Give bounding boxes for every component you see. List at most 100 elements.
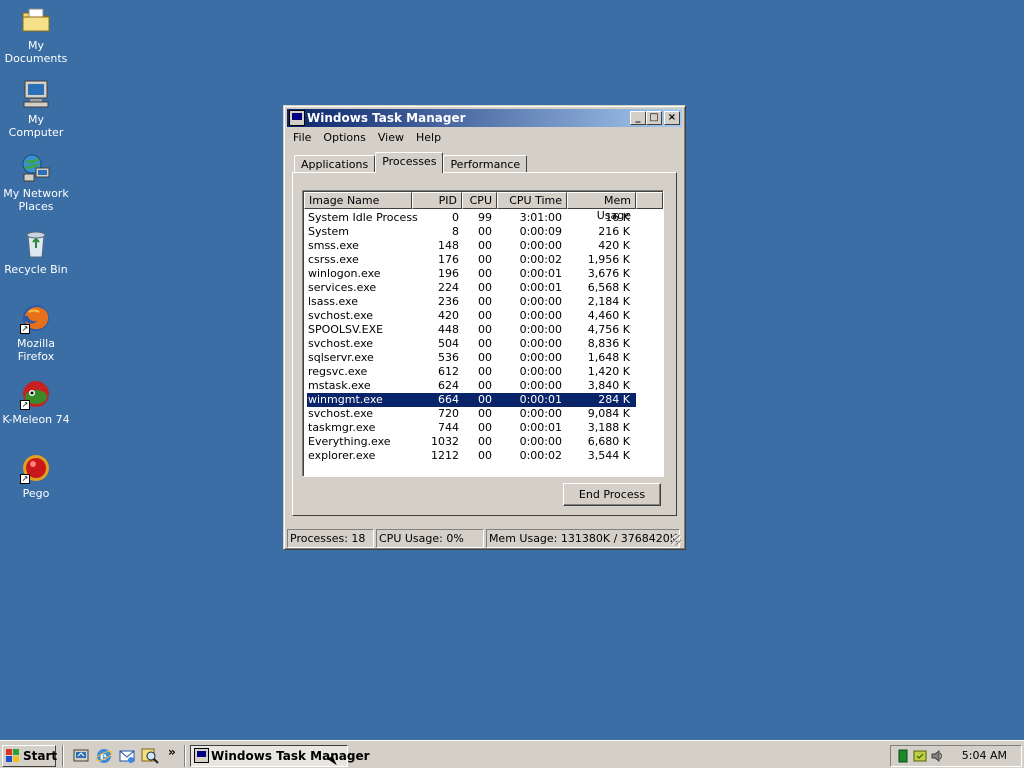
- process-cpu: 00: [478, 421, 492, 434]
- process-row[interactable]: lsass.exe 236 00 0:00:00 2,184 K: [307, 295, 636, 309]
- process-list[interactable]: Image Name PID CPU CPU Time Mem Usage Sy…: [302, 190, 664, 477]
- start-label: Start: [23, 749, 58, 763]
- column-header-mem-usage[interactable]: Mem Usage: [567, 192, 636, 222]
- process-mem-usage: 420 K: [598, 239, 630, 252]
- process-row[interactable]: explorer.exe 1212 00 0:00:02 3,544 K: [307, 449, 636, 463]
- process-row[interactable]: services.exe 224 00 0:00:01 6,568 K: [307, 281, 636, 295]
- show-desktop-icon[interactable]: [72, 747, 90, 765]
- clock[interactable]: 5:04 AM: [962, 749, 1007, 762]
- task-manager-window[interactable]: Windows Task Manager _ □ × File Options …: [283, 105, 686, 550]
- title-bar[interactable]: Windows Task Manager _ □ ×: [287, 109, 682, 127]
- desktop-icon-label: My Computer: [8, 113, 64, 139]
- process-pid: 624: [438, 379, 459, 392]
- menu-options[interactable]: Options: [317, 128, 371, 146]
- process-mem-usage: 6,680 K: [587, 435, 630, 448]
- process-row[interactable]: sqlservr.exe 536 00 0:00:00 1,648 K: [307, 351, 636, 365]
- process-cpu: 00: [478, 449, 492, 462]
- end-process-button[interactable]: End Process: [563, 483, 661, 506]
- start-button[interactable]: Start: [2, 745, 58, 767]
- menu-help[interactable]: Help: [410, 128, 447, 146]
- maximize-button[interactable]: □: [646, 111, 662, 125]
- column-header-cpu[interactable]: CPU: [462, 192, 497, 209]
- process-cpu: 00: [478, 337, 492, 350]
- process-mem-usage: 8,836 K: [587, 337, 630, 350]
- process-row[interactable]: svchost.exe 420 00 0:00:00 4,460 K: [307, 309, 636, 323]
- process-row[interactable]: winlogon.exe 196 00 0:00:01 3,676 K: [307, 267, 636, 281]
- process-mem-usage: 1,956 K: [587, 253, 630, 266]
- outlook-icon[interactable]: [118, 747, 136, 765]
- taskbar-button-label: Windows Task Manager: [211, 749, 370, 763]
- desktop-icon-my-network-places[interactable]: My Network Places: [0, 152, 72, 213]
- tab-applications[interactable]: Applications: [294, 155, 376, 173]
- process-cpu-time: 0:00:00: [519, 239, 562, 252]
- process-row[interactable]: Everything.exe 1032 00 0:00:00 6,680 K: [307, 435, 636, 449]
- process-cpu-time: 0:00:01: [519, 281, 562, 294]
- process-image-name: csrss.exe: [308, 253, 359, 266]
- process-row[interactable]: svchost.exe 504 00 0:00:00 8,836 K: [307, 337, 636, 351]
- process-pid: 720: [438, 407, 459, 420]
- column-header-image-name[interactable]: Image Name: [304, 192, 412, 209]
- tab-strip: Applications Processes Performance: [294, 152, 528, 173]
- process-mem-usage: 3,840 K: [587, 379, 630, 392]
- process-cpu: 00: [478, 309, 492, 322]
- process-pid: 196: [438, 267, 459, 280]
- desktop-icon-k-meleon[interactable]: ↗ K-Meleon 74: [0, 378, 72, 426]
- column-header-pid[interactable]: PID: [412, 192, 462, 209]
- process-row[interactable]: taskmgr.exe 744 00 0:00:01 3,188 K: [307, 421, 636, 435]
- resize-grip[interactable]: [671, 535, 681, 545]
- column-header-cpu-time[interactable]: CPU Time: [497, 192, 567, 209]
- ie-icon[interactable]: e: [95, 747, 113, 765]
- process-cpu-time: 0:00:02: [519, 449, 562, 462]
- tab-processes[interactable]: Processes: [375, 152, 444, 173]
- pego-icon: ↗: [20, 452, 52, 484]
- process-row[interactable]: mstask.exe 624 00 0:00:00 3,840 K: [307, 379, 636, 393]
- desktop-icon-label: My Documents: [4, 39, 68, 65]
- shield-tray-icon[interactable]: [913, 749, 927, 763]
- menu-bar: File Options View Help: [287, 128, 682, 146]
- process-cpu-time: 0:00:00: [519, 365, 562, 378]
- process-cpu-time: 0:00:01: [519, 421, 562, 434]
- process-image-name: winlogon.exe: [308, 267, 381, 280]
- process-cpu: 00: [478, 253, 492, 266]
- system-tray: 5:04 AM: [890, 745, 1022, 767]
- search-icon[interactable]: [141, 747, 159, 765]
- minimize-button[interactable]: _: [630, 111, 646, 125]
- close-button[interactable]: ×: [664, 111, 680, 125]
- windows-flag-icon: [6, 749, 19, 762]
- computer-icon: [20, 78, 52, 110]
- speaker-tray-icon[interactable]: [930, 749, 944, 763]
- desktop-icon-my-computer[interactable]: My Computer: [0, 78, 72, 139]
- process-cpu: 00: [478, 239, 492, 252]
- menu-view[interactable]: View: [372, 128, 410, 146]
- process-row[interactable]: winmgmt.exe 664 00 0:00:01 284 K: [307, 393, 636, 407]
- network-tray-icon[interactable]: [896, 749, 910, 763]
- taskbar-button-task-manager[interactable]: Windows Task Manager: [190, 745, 370, 767]
- desktop-icon-my-documents[interactable]: My Documents: [0, 4, 72, 65]
- tab-performance[interactable]: Performance: [443, 155, 528, 173]
- process-pid: 0: [452, 211, 459, 224]
- folder-documents-icon: [20, 4, 52, 36]
- taskbar-separator: [62, 745, 64, 767]
- desktop-icon-mozilla-firefox[interactable]: ↗ Mozilla Firefox: [0, 302, 72, 363]
- process-row[interactable]: svchost.exe 720 00 0:00:00 9,084 K: [307, 407, 636, 421]
- process-row[interactable]: System 8 00 0:00:09 216 K: [307, 225, 636, 239]
- desktop-icon-pego[interactable]: ↗ Pego: [0, 452, 72, 500]
- menu-file[interactable]: File: [287, 128, 317, 146]
- process-cpu: 00: [478, 393, 492, 406]
- network-icon: [20, 152, 52, 184]
- process-mem-usage: 216 K: [598, 225, 630, 238]
- process-row[interactable]: smss.exe 148 00 0:00:00 420 K: [307, 239, 636, 253]
- task-manager-app-icon[interactable]: [289, 110, 305, 126]
- process-cpu-time: 0:00:01: [519, 267, 562, 280]
- desktop-icon-recycle-bin[interactable]: Recycle Bin: [0, 228, 72, 276]
- quick-launch-chevron[interactable]: »: [168, 745, 176, 759]
- process-row[interactable]: regsvc.exe 612 00 0:00:00 1,420 K: [307, 365, 636, 379]
- process-image-name: SPOOLSV.EXE: [308, 323, 384, 336]
- process-mem-usage: 4,756 K: [587, 323, 630, 336]
- process-row[interactable]: System Idle Process 0 99 3:01:00 16 K: [307, 211, 636, 225]
- process-row[interactable]: SPOOLSV.EXE 448 00 0:00:00 4,756 K: [307, 323, 636, 337]
- process-pid: 8: [452, 225, 459, 238]
- process-row[interactable]: csrss.exe 176 00 0:00:02 1,956 K: [307, 253, 636, 267]
- process-image-name: taskmgr.exe: [308, 421, 376, 434]
- desktop-icon-label: Recycle Bin: [4, 263, 68, 276]
